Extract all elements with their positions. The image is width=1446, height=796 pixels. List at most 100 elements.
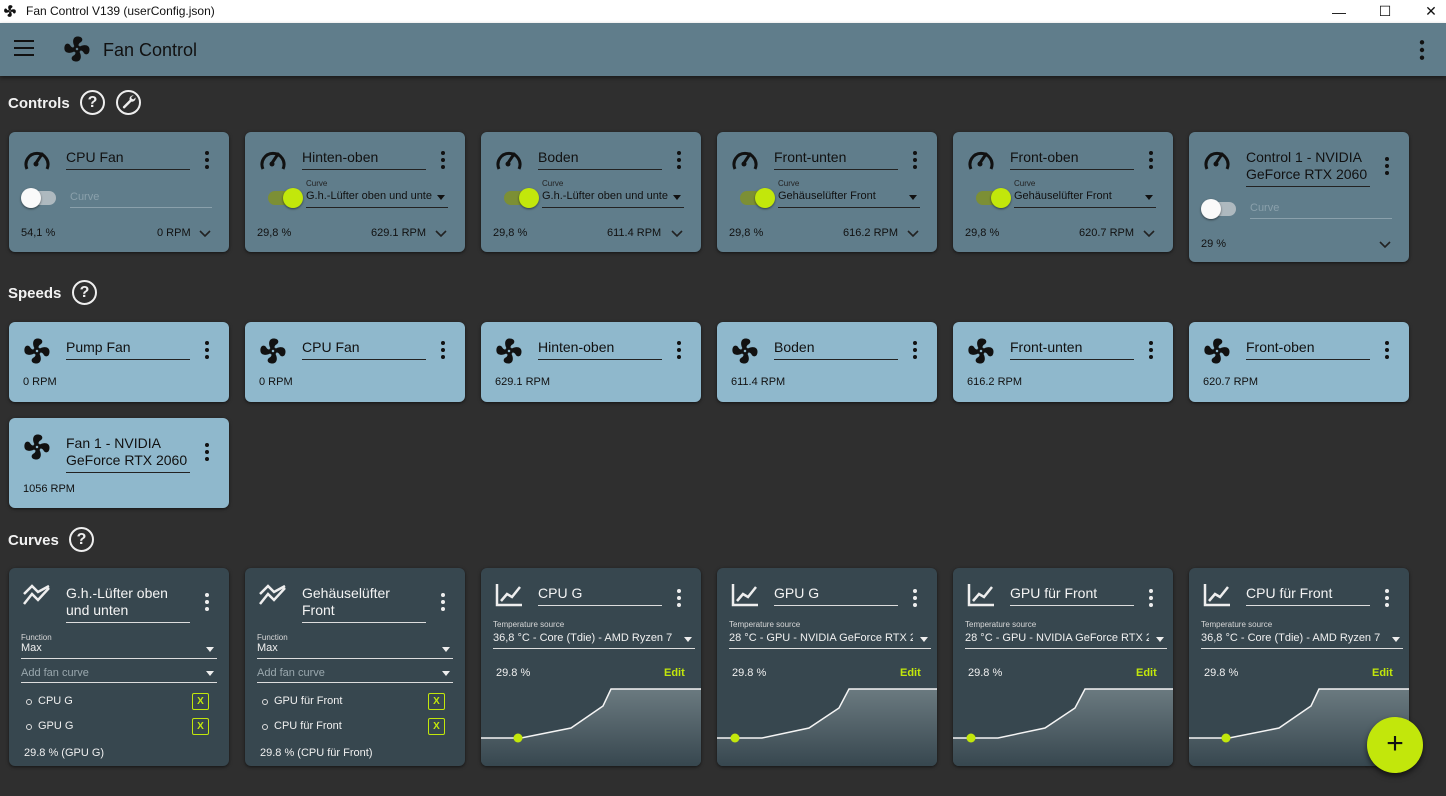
more-vert-icon[interactable] <box>439 592 447 612</box>
function-select[interactable]: Max <box>257 641 453 659</box>
edit-button[interactable]: Edit <box>900 667 921 679</box>
curve-name[interactable]: GPU für Front <box>1010 585 1134 606</box>
more-vert-icon[interactable] <box>203 150 211 170</box>
more-vert-icon[interactable] <box>1383 156 1391 176</box>
dropdown-caret-icon <box>437 195 445 200</box>
speed-card: Pump Fan 0 RPM <box>9 322 229 402</box>
curve-graph[interactable] <box>481 680 701 766</box>
remove-button[interactable]: X <box>428 693 445 710</box>
curve-select[interactable]: Curve <box>1250 199 1392 219</box>
enable-toggle[interactable] <box>740 188 775 208</box>
help-circle-icon[interactable]: ? <box>69 527 94 552</box>
more-vert-icon[interactable] <box>911 150 919 170</box>
gauge-icon <box>731 147 759 173</box>
curve-select[interactable]: Curve G.h.-Lüfter oben und unten <box>306 179 448 208</box>
temperature-source-select[interactable]: 28 °C - GPU - NVIDIA GeForce RTX 2060 <box>729 629 931 649</box>
more-vert-icon[interactable] <box>675 340 683 360</box>
more-vert-icon[interactable] <box>439 340 447 360</box>
curve-point <box>1221 733 1231 743</box>
temperature-source-select[interactable]: 36,8 °C - Core (Tdie) - AMD Ryzen 7 <box>493 629 695 649</box>
edit-button[interactable]: Edit <box>1136 667 1157 679</box>
temperature-source-select[interactable]: 28 °C - GPU - NVIDIA GeForce RTX 2060 <box>965 629 1167 649</box>
more-vert-icon[interactable] <box>1147 588 1155 608</box>
dropdown-caret-icon <box>684 637 692 642</box>
dropdown-caret-icon <box>920 637 928 642</box>
more-vert-icon[interactable] <box>675 150 683 170</box>
edit-button[interactable]: Edit <box>664 667 685 679</box>
speeds-heading: Speeds <box>8 285 62 302</box>
curve-name[interactable]: Gehäuselüfter Front <box>302 585 426 623</box>
control-name[interactable]: Front-unten <box>774 149 898 170</box>
minimize-button[interactable]: — <box>1316 0 1362 23</box>
control-name[interactable]: Hinten-oben <box>302 149 426 170</box>
speed-name[interactable]: Front-oben <box>1246 339 1370 360</box>
curve-select[interactable]: Curve G.h.-Lüfter oben und unten <box>542 179 684 208</box>
add-fan-curve-select[interactable]: Add fan curve <box>21 665 217 683</box>
fan-icon <box>3 4 17 18</box>
curve-graph[interactable] <box>717 680 937 766</box>
control-percent: 29,8 % <box>965 227 1000 239</box>
speed-name[interactable]: Boden <box>774 339 898 360</box>
curve-name[interactable]: GPU G <box>774 585 898 606</box>
control-name[interactable]: Boden <box>538 149 662 170</box>
curve-name[interactable]: G.h.-Lüfter oben und unten <box>66 585 190 623</box>
speed-name[interactable]: Hinten-oben <box>538 339 662 360</box>
function-select[interactable]: Max <box>21 641 217 659</box>
enable-toggle[interactable] <box>21 188 56 208</box>
control-name[interactable]: CPU Fan <box>66 149 190 170</box>
more-vert-icon[interactable] <box>1412 39 1432 61</box>
more-vert-icon[interactable] <box>1383 340 1391 360</box>
speed-name[interactable]: Pump Fan <box>66 339 190 360</box>
chevron-down-icon[interactable] <box>1379 241 1391 249</box>
more-vert-icon[interactable] <box>675 588 683 608</box>
speed-name[interactable]: Fan 1 - NVIDIA GeForce RTX 2060 <box>66 435 190 473</box>
enable-toggle[interactable] <box>504 188 539 208</box>
chevron-down-icon[interactable] <box>1143 230 1155 238</box>
gauge-icon <box>967 147 995 173</box>
more-vert-icon[interactable] <box>1147 150 1155 170</box>
control-name[interactable]: Control 1 - NVIDIA GeForce RTX 2060 <box>1246 149 1370 187</box>
enable-toggle[interactable] <box>1201 199 1236 219</box>
more-vert-icon[interactable] <box>1383 588 1391 608</box>
graph-curve-card: GPU für Front Temperature source 28 °C -… <box>953 568 1173 766</box>
speed-name[interactable]: Front-unten <box>1010 339 1134 360</box>
remove-button[interactable]: X <box>192 693 209 710</box>
enable-toggle[interactable] <box>976 188 1011 208</box>
temperature-source-select[interactable]: 36,8 °C - Core (Tdie) - AMD Ryzen 7 <box>1201 629 1403 649</box>
more-vert-icon[interactable] <box>203 442 211 462</box>
gauge-icon <box>495 147 523 173</box>
help-circle-icon[interactable]: ? <box>80 90 105 115</box>
more-vert-icon[interactable] <box>1147 340 1155 360</box>
curve-graph[interactable] <box>953 680 1173 766</box>
more-vert-icon[interactable] <box>439 150 447 170</box>
fan-icon <box>966 336 996 366</box>
remove-button[interactable]: X <box>192 718 209 735</box>
curve-percent: 29.8 % <box>496 667 531 679</box>
chevron-down-icon[interactable] <box>907 230 919 238</box>
chevron-down-icon[interactable] <box>199 230 211 238</box>
speed-name[interactable]: CPU Fan <box>302 339 426 360</box>
chevron-down-icon[interactable] <box>671 230 683 238</box>
close-button[interactable]: ✕ <box>1408 0 1446 23</box>
curve-name[interactable]: CPU G <box>538 585 662 606</box>
enable-toggle[interactable] <box>268 188 303 208</box>
curve-select[interactable]: Curve Gehäuselüfter Front <box>1014 179 1156 208</box>
hamburger-icon[interactable] <box>14 40 34 56</box>
control-name[interactable]: Front-oben <box>1010 149 1134 170</box>
add-fan-curve-select[interactable]: Add fan curve <box>257 665 453 683</box>
more-vert-icon[interactable] <box>203 592 211 612</box>
help-circle-icon[interactable]: ? <box>72 280 97 305</box>
curve-select[interactable]: Curve Gehäuselüfter Front <box>778 179 920 208</box>
wrench-icon[interactable] <box>116 90 141 115</box>
more-vert-icon[interactable] <box>911 588 919 608</box>
add-button[interactable]: + <box>1367 717 1423 773</box>
curve-name[interactable]: CPU für Front <box>1246 585 1370 606</box>
more-vert-icon[interactable] <box>203 340 211 360</box>
remove-button[interactable]: X <box>428 718 445 735</box>
more-vert-icon[interactable] <box>911 340 919 360</box>
edit-button[interactable]: Edit <box>1372 667 1393 679</box>
chevron-down-icon[interactable] <box>435 230 447 238</box>
curve-select[interactable]: Curve <box>70 188 212 208</box>
maximize-button[interactable]: ☐ <box>1362 0 1408 23</box>
fan-icon <box>258 336 288 366</box>
